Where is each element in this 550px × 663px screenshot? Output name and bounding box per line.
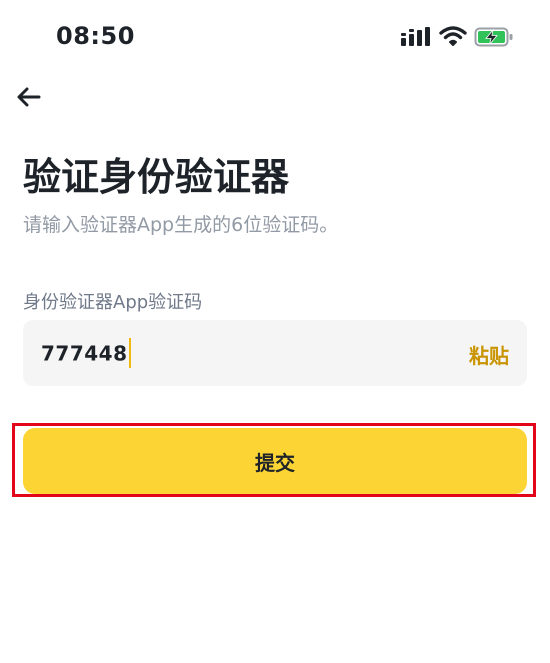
signal-icon xyxy=(401,27,430,46)
text-caret xyxy=(128,338,131,368)
page-title: 验证身份验证器 xyxy=(23,155,290,199)
wifi-icon xyxy=(439,26,467,46)
page-subtitle: 请输入验证器App生成的6位验证码。 xyxy=(23,214,339,236)
status-time: 08:50 xyxy=(56,22,135,50)
verification-code-input[interactable]: 777448 粘贴 xyxy=(23,320,527,386)
code-field-label: 身份验证器App验证码 xyxy=(23,292,203,313)
paste-button[interactable]: 粘贴 xyxy=(469,340,509,369)
submit-button[interactable]: 提交 xyxy=(23,428,527,494)
code-input-value[interactable]: 777448 xyxy=(41,338,131,370)
battery-charging-icon xyxy=(474,27,513,47)
code-text: 777448 xyxy=(41,341,128,366)
arrow-left-icon[interactable] xyxy=(14,84,44,110)
status-bar: 08:50 xyxy=(0,0,550,70)
